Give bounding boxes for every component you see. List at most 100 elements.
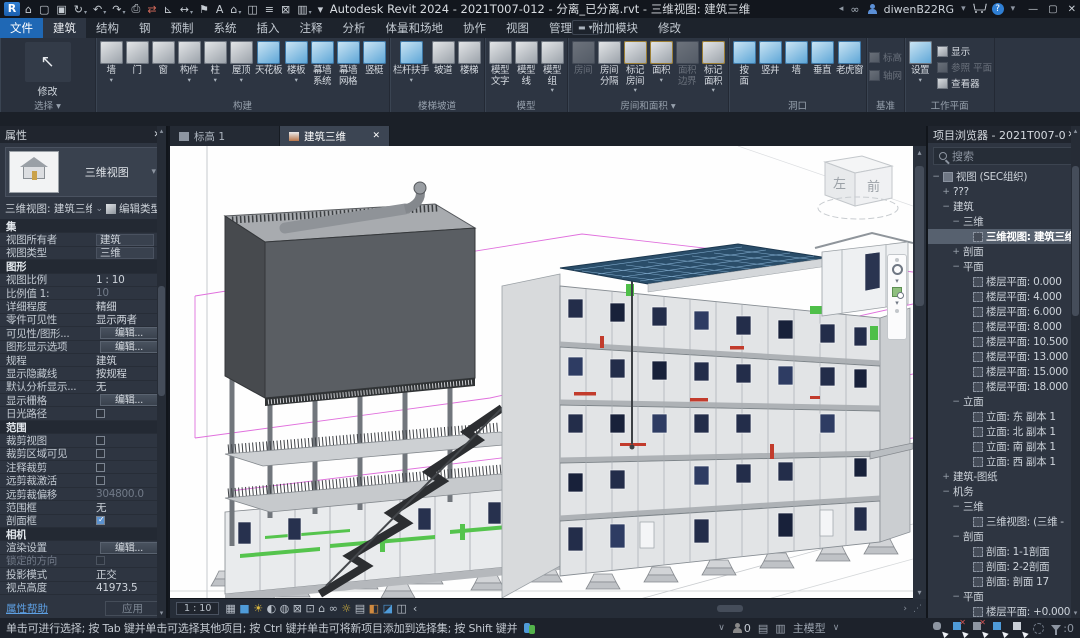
- ribbon-button[interactable]: 门: [124, 40, 150, 84]
- reveal-hidden-elements-icon[interactable]: ☼: [341, 602, 351, 615]
- view-type-value[interactable]: 三维视图: 建筑三维: [5, 201, 92, 216]
- tree-item[interactable]: − 建筑: [928, 199, 1080, 214]
- resize-grip[interactable]: ⋰: [913, 604, 920, 614]
- redo-icon[interactable]: ↷▾: [110, 3, 127, 16]
- property-value[interactable]: 显示两者: [96, 312, 137, 327]
- view-type-caret[interactable]: ⌄: [95, 204, 103, 214]
- tree-item[interactable]: + 剖面: [928, 244, 1080, 259]
- tree-item[interactable]: 剖面: 2-2剖面: [928, 559, 1080, 574]
- selection-filter[interactable]: :0: [1051, 622, 1074, 635]
- tree-item[interactable]: − 视图 (SEC组织): [928, 169, 1080, 184]
- ribbon-tab[interactable]: 修改: [648, 18, 691, 38]
- highlight-displacement-sets-icon[interactable]: ◧: [369, 602, 379, 615]
- ribbon-button[interactable]: 模型 线: [513, 40, 539, 94]
- property-row[interactable]: 视点高度 41973.5 41973.5: [0, 582, 166, 595]
- select-by-face-toggle[interactable]: ▲: [993, 622, 1006, 635]
- horizontal-scrollbar[interactable]: [425, 603, 895, 614]
- active-workset[interactable]: 主模型: [793, 620, 826, 636]
- checkbox[interactable]: [96, 516, 105, 525]
- visual-style-icon[interactable]: ■: [239, 602, 249, 615]
- worksets-dialog-icon[interactable]: ▤: [758, 622, 768, 635]
- view-tab[interactable]: 标高 1: [170, 126, 280, 146]
- tree-expander[interactable]: +: [942, 472, 950, 482]
- section-icon[interactable]: ◫: [245, 3, 260, 16]
- view-cube[interactable]: 左 前: [818, 156, 898, 219]
- checkbox[interactable]: [96, 476, 105, 485]
- ribbon-button[interactable]: 按 面: [731, 40, 757, 94]
- property-value[interactable]: 无: [96, 500, 106, 515]
- ribbon-button[interactable]: 构件 ▾: [176, 40, 202, 84]
- property-value[interactable]: 304800.0: [96, 488, 144, 500]
- tree-item[interactable]: 楼层平面: 4.000: [928, 289, 1080, 304]
- active-workset-caret[interactable]: ∨: [833, 623, 840, 633]
- sun-path-icon[interactable]: ☀: [253, 602, 263, 615]
- workset-list-icon[interactable]: ▥: [775, 622, 785, 635]
- tree-item[interactable]: 楼层平面: 0.000: [928, 274, 1080, 289]
- tree-item[interactable]: 楼层平面: 15.000: [928, 364, 1080, 379]
- type-selector-caret[interactable]: ▾: [151, 167, 156, 177]
- tree-item[interactable]: 楼层平面: 10.500: [928, 334, 1080, 349]
- select-underlay-toggle[interactable]: ✕▲: [953, 622, 966, 635]
- save-icon[interactable]: ▣: [54, 3, 69, 16]
- tree-item[interactable]: 楼层平面: 8.000: [928, 319, 1080, 334]
- tree-expander[interactable]: −: [942, 487, 950, 497]
- hscroll-thumb[interactable]: [717, 605, 743, 612]
- ribbon-small-button[interactable]: 参照 平面: [937, 60, 992, 74]
- ribbon-button[interactable]: 老虎窗: [835, 40, 864, 84]
- view-tab-close-icon[interactable]: ✕: [372, 131, 380, 141]
- default-3d-view-icon[interactable]: ⌂▾: [228, 3, 243, 16]
- ribbon-tab[interactable]: 钢: [129, 18, 161, 38]
- tree-item[interactable]: − 平面: [928, 589, 1080, 604]
- unlocked-3d-view-icon[interactable]: ⌂: [318, 602, 325, 615]
- measure-icon[interactable]: ⊾: [162, 3, 176, 16]
- user-menu-caret[interactable]: ▾: [961, 4, 966, 14]
- store-cart-icon[interactable]: [973, 4, 985, 12]
- tree-expander[interactable]: +: [942, 187, 950, 197]
- ribbon-button[interactable]: 栏杆扶手 ▾: [392, 40, 430, 84]
- ribbon-button[interactable]: 标记 面积 ▾: [700, 40, 726, 94]
- show-crop-region-icon[interactable]: ⊡: [306, 602, 315, 615]
- ribbon-tab[interactable]: 文件: [0, 18, 43, 38]
- tree-expander[interactable]: +: [952, 247, 960, 257]
- property-value[interactable]: 正交: [96, 567, 116, 582]
- worksharing-display-icon[interactable]: ◫: [396, 602, 406, 615]
- aligned-dimension-icon[interactable]: ↔▾: [178, 3, 195, 16]
- edit-type-button[interactable]: 编辑类型: [106, 201, 161, 216]
- tree-item[interactable]: 三维视图: 建筑三维: [928, 229, 1080, 244]
- home-icon[interactable]: ⌂: [23, 3, 35, 16]
- checkbox[interactable]: [96, 463, 105, 472]
- ribbon-button[interactable]: 竖井: [757, 40, 783, 84]
- tree-item[interactable]: 楼层平面: 18.000: [928, 379, 1080, 394]
- detail-level-icon[interactable]: ▦: [225, 602, 235, 615]
- property-value[interactable]: 三维: [96, 247, 154, 259]
- panel-label-select[interactable]: 选择 ▾: [0, 98, 95, 112]
- ribbon-button[interactable]: 面积 ▾: [648, 40, 674, 84]
- thin-lines-icon[interactable]: ≡: [263, 3, 277, 16]
- vcb-collapse-icon[interactable]: ‹: [413, 600, 417, 617]
- shadows-icon[interactable]: ◐: [267, 602, 277, 615]
- ribbon-button[interactable]: 房间: [570, 40, 596, 84]
- ribbon-button[interactable]: 房间 分隔: [596, 40, 622, 94]
- render-icon[interactable]: ◍: [280, 602, 290, 615]
- tree-expander[interactable]: −: [952, 262, 960, 272]
- zoom-caret[interactable]: ▾: [895, 299, 899, 307]
- tree-item[interactable]: 立面: 南 副本 1: [928, 439, 1080, 454]
- checkbox[interactable]: [96, 556, 105, 565]
- close-inactive-windows-icon[interactable]: ⊠: [279, 3, 293, 16]
- tree-item[interactable]: 剖面: 剖面 17: [928, 574, 1080, 589]
- navigation-bar[interactable]: ▾ ▾: [887, 254, 907, 340]
- tree-item[interactable]: 剖面: 1-1剖面: [928, 544, 1080, 559]
- print-icon[interactable]: ⎙: [130, 2, 144, 16]
- ribbon-button[interactable]: 幕墙 系统: [309, 40, 335, 94]
- apply-button[interactable]: 应用: [105, 601, 160, 616]
- tree-item[interactable]: 楼层平面: 6.000: [928, 304, 1080, 319]
- ribbon-button[interactable]: 幕墙 网格: [335, 40, 361, 94]
- ribbon-button[interactable]: 垂直: [809, 40, 835, 84]
- hscroll-right-icon[interactable]: ›: [903, 604, 907, 614]
- select-links-toggle[interactable]: ▲: [933, 622, 946, 635]
- ribbon-button[interactable]: 屋顶 ▾: [228, 40, 254, 84]
- checkbox[interactable]: [96, 436, 105, 445]
- tree-item[interactable]: 楼层平面: 13.000: [928, 349, 1080, 364]
- tree-item[interactable]: 立面: 东 副本 1: [928, 409, 1080, 424]
- tree-item[interactable]: − 剖面: [928, 529, 1080, 544]
